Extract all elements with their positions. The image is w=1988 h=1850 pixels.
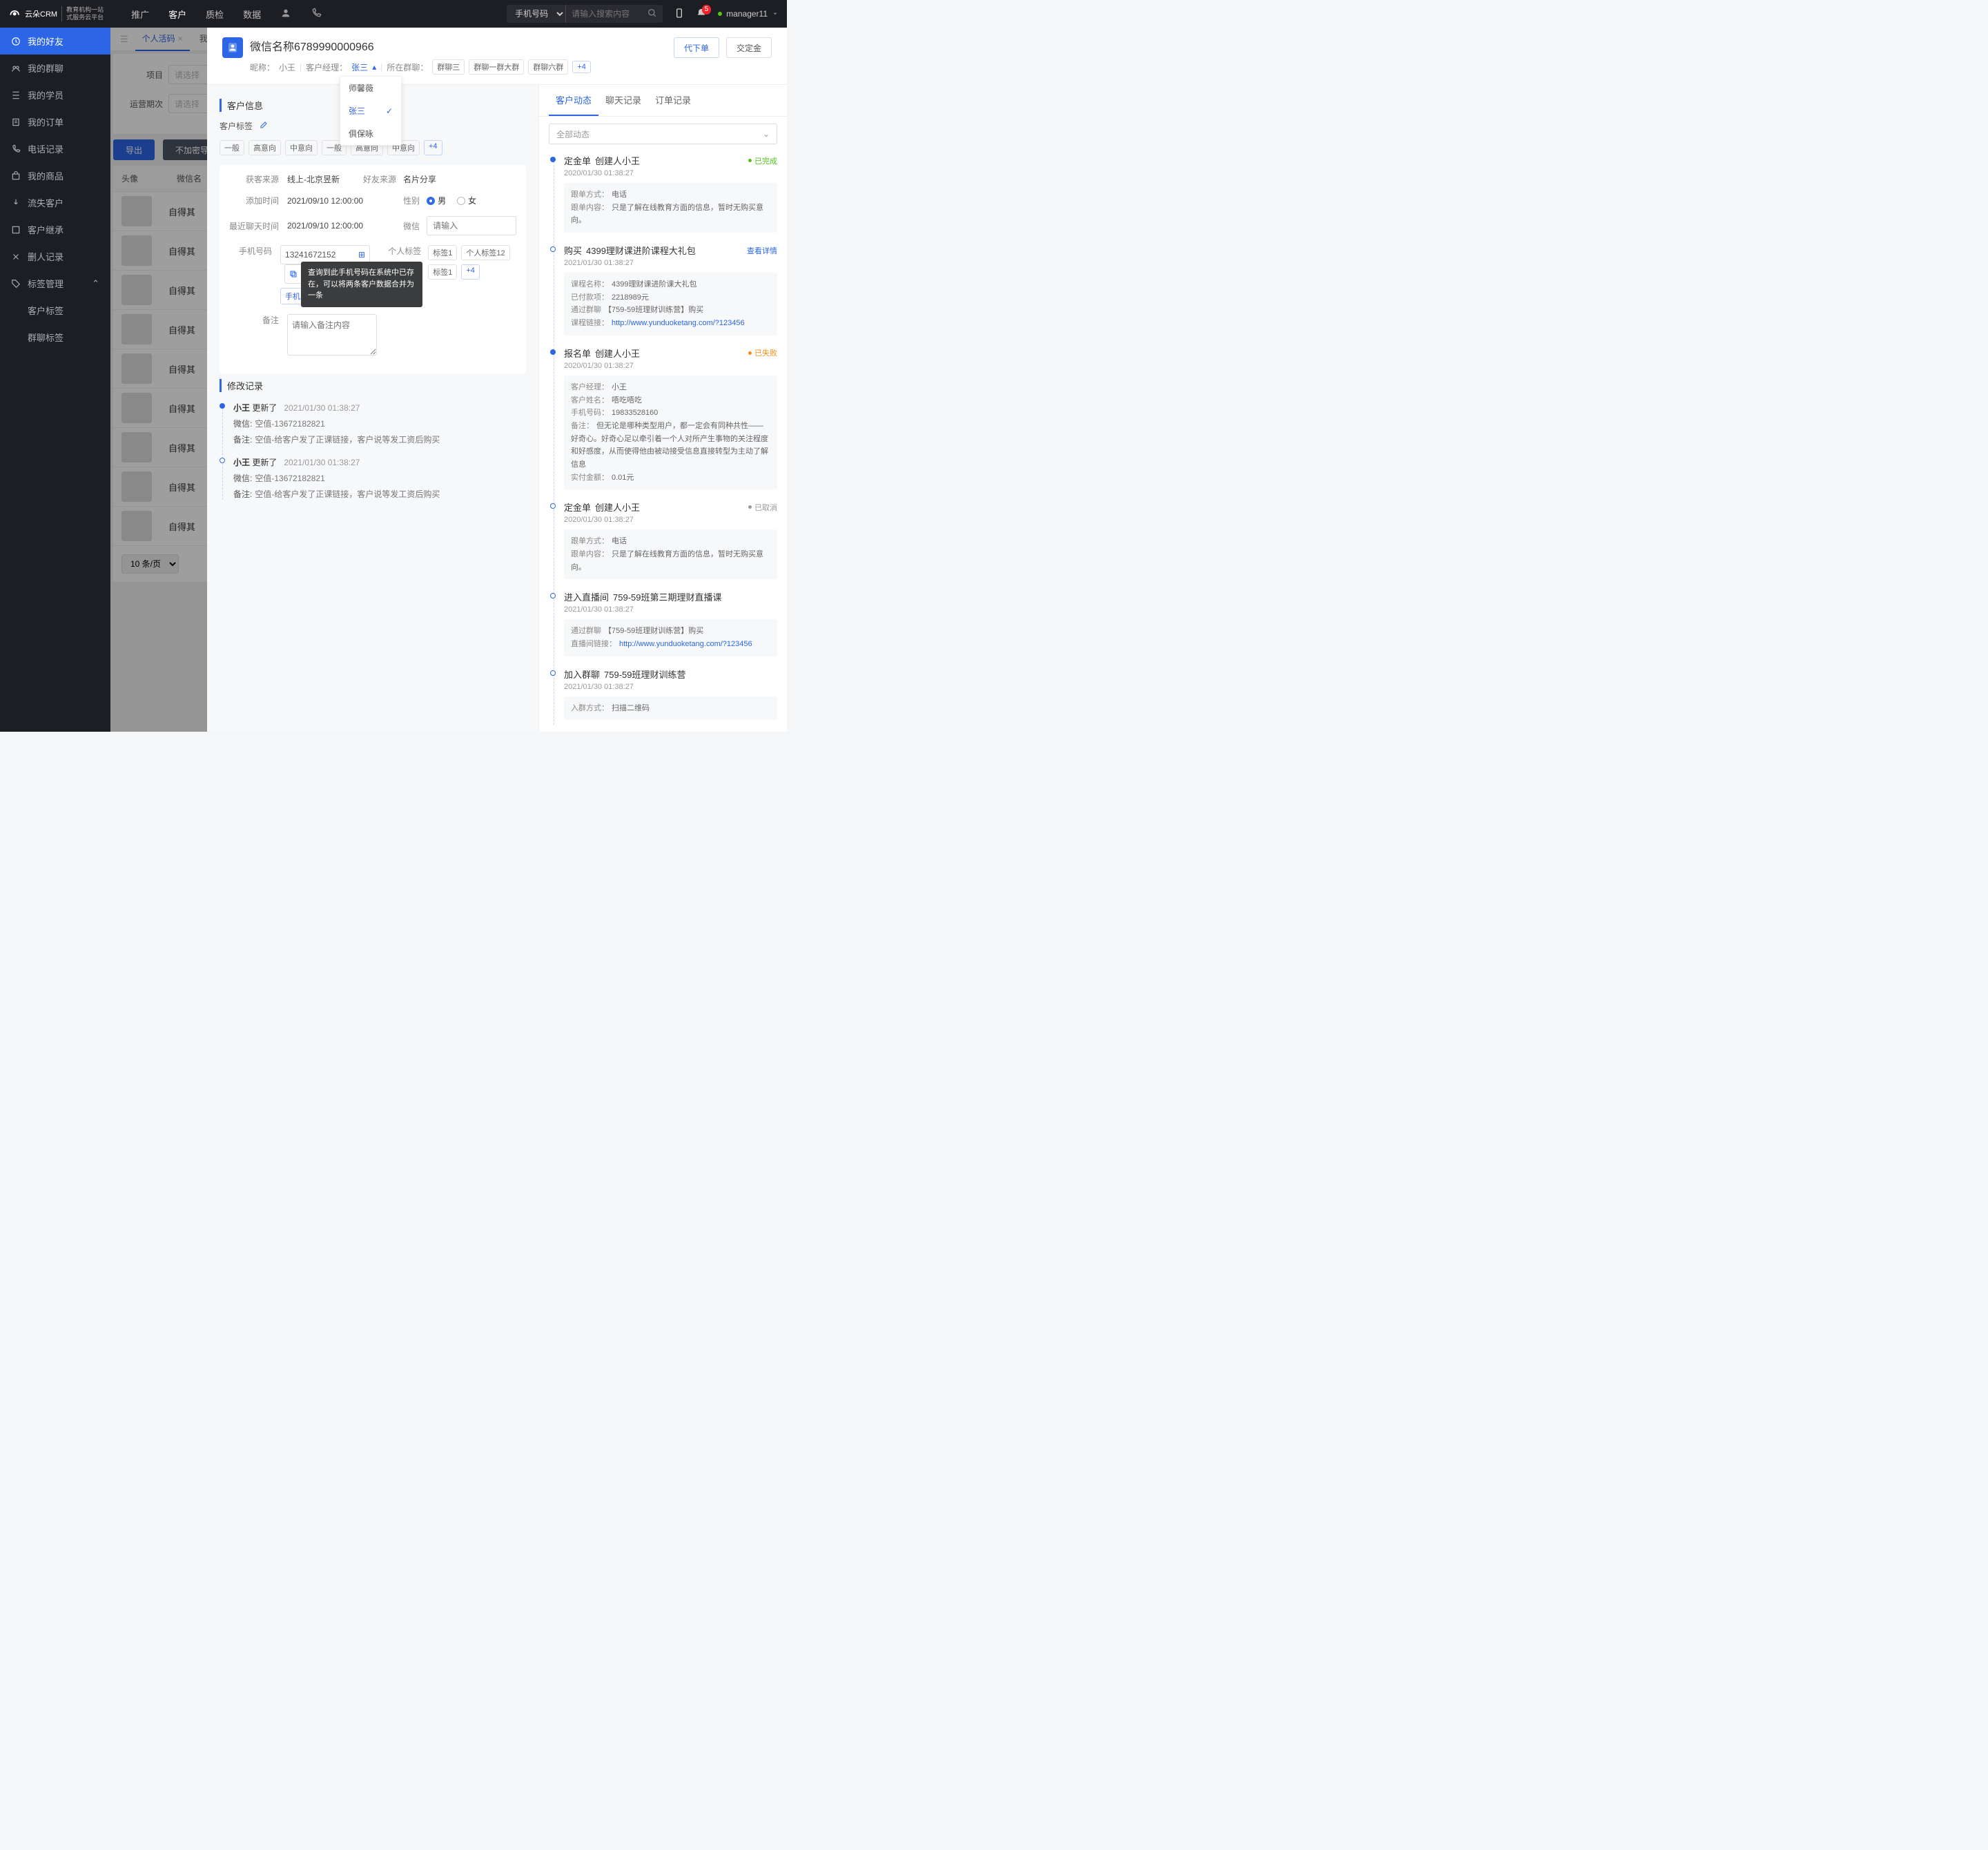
left-nav: 我的好友 我的群聊 我的学员 我的订单 电话记录 我的商品 流失客户 客户继承 … [0,28,110,732]
feed-item: 定金单创建人小王已完成2020/01/30 01:38:27跟单方式：电话跟单内… [549,154,777,233]
nav-data[interactable]: 数据 [243,8,261,21]
tag-more[interactable]: +4 [424,140,442,155]
link[interactable]: http://www.yunduoketang.com/?123456 [612,319,745,327]
nav-qc[interactable]: 质检 [206,8,224,21]
copy-icon[interactable] [284,264,302,284]
feed-card: 跟单方式：电话跟单内容：只是了解在线教育方面的信息，暂时无购买意向。 [564,529,777,579]
feed-item: 购买4399理财课进阶课程大礼包查看详情2021/01/30 01:38:27课… [549,244,777,335]
status-badge: 已取消 [748,502,777,513]
drawer-left: 客户信息 客户标签 一般高意向中意向一般高意向中意向+4 获客来源线上-北京昱新… [207,85,538,732]
mgr-dropdown: 师馨薇 张三✓ 俱保咏 [340,76,402,146]
tab-activity[interactable]: 客户动态 [549,85,598,116]
caret-up-icon[interactable]: ▴ [372,62,376,72]
device-icon[interactable] [674,8,685,21]
section-history: 修改记录 [220,379,526,392]
nav-lost[interactable]: 流失客户 [0,189,110,216]
drawer-right: 客户动态 聊天记录 订单记录 全部动态⌄ 定金单创建人小王已完成2020/01/… [538,85,787,732]
feed-card: 通过群聊【759-59班理财训练营】购买直播间链接：http://www.yun… [564,619,777,656]
customer-drawer: 微信名称6789990000966 昵称：小王 | 客户经理：张三 ▴ | 所在… [207,28,787,732]
nav-groups[interactable]: 我的群聊 [0,55,110,81]
nav-orders[interactable]: 我的订单 [0,108,110,135]
chevron-up-icon: ⌃ [92,278,99,289]
tag-chip[interactable]: 高意向 [248,140,281,155]
nav-friends[interactable]: 我的好友 [0,28,110,55]
phone-tooltip: 查询到此手机号码在系统中已存在，可以将两条客户数据合并为一条 [301,262,422,307]
user-menu[interactable]: manager11 [718,9,779,19]
logo: 云朵CRM 教育机构一站式服务云平台 [8,6,104,21]
group-more[interactable]: +4 [572,61,591,73]
search-icon[interactable] [642,8,663,20]
status-badge: 已完成 [748,155,777,166]
activity-filter[interactable]: 全部动态⌄ [549,124,777,144]
check-icon: ✓ [386,106,393,116]
top-right: 手机号码 5 manager11 [507,5,779,23]
tag-chip[interactable]: 中意向 [285,140,318,155]
group-chip[interactable]: 群聊六群 [528,59,568,75]
nav-group-tags[interactable]: 群聊标签 [0,324,110,351]
nav-inherit[interactable]: 客户继承 [0,216,110,243]
right-tabs: 客户动态 聊天记录 订单记录 [539,85,787,117]
feed-item: 进入直播间759-59班第三期理财直播课2021/01/30 01:38:27通… [549,590,777,656]
wechat-input[interactable] [427,216,516,235]
dropdown-item[interactable]: 张三✓ [340,99,401,122]
deposit-button[interactable]: 交定金 [726,37,772,58]
nav-students[interactable]: 我的学员 [0,81,110,108]
drawer-header: 微信名称6789990000966 昵称：小王 | 客户经理：张三 ▴ | 所在… [207,28,787,85]
tab-orders[interactable]: 订单记录 [648,85,698,116]
phone-icon[interactable] [311,8,322,21]
feed-item: 定金单创建人小王已取消2020/01/30 01:38:27跟单方式：电话跟单内… [549,500,777,579]
mgr-link[interactable]: 张三 [351,61,368,73]
nav-products[interactable]: 我的商品 [0,162,110,189]
user-icon[interactable] [280,8,291,21]
ptag-more[interactable]: +4 [461,264,480,280]
nav-cust-tags[interactable]: 客户标签 [0,297,110,324]
top-nav: 推广 客户 质检 数据 [131,8,322,21]
edit-icon[interactable] [260,121,268,131]
bell-icon[interactable]: 5 [696,8,707,21]
tag-chip[interactable]: 一般 [220,140,244,155]
nav-promo[interactable]: 推广 [131,8,149,21]
search-box: 手机号码 [507,5,663,23]
drawer-subtitle: 昵称：小王 | 客户经理：张三 ▴ | 所在群聊： 群聊三 群聊一群大群 群聊六… [250,59,591,75]
topbar: 云朵CRM 教育机构一站式服务云平台 推广 客户 质检 数据 手机号码 5 ma… [0,0,787,28]
history-item: 小王 更新了2021/01/30 01:38:27微信:空值-136721828… [220,456,526,500]
group-chip[interactable]: 群聊一群大群 [469,59,524,75]
gender-female[interactable]: 女 [457,195,476,206]
feed-card: 课程名称：4399理财课进阶课大礼包已付款项：2218989元通过群聊【759-… [564,273,777,335]
nav-calls[interactable]: 电话记录 [0,135,110,162]
nav-customer[interactable]: 客户 [168,8,186,21]
status-badge: 已失败 [748,347,777,358]
search-type[interactable]: 手机号码 [507,5,566,23]
remark-input[interactable] [287,314,377,356]
chevron-down-icon: ⌄ [763,129,770,139]
feed-card: 入群方式：扫描二维码 [564,697,777,721]
ptag[interactable]: 个人标签12 [461,245,509,260]
feed-item: 报名单创建人小王已失败2020/01/30 01:38:27客户经理：小王客户姓… [549,347,777,490]
link[interactable]: http://www.yunduoketang.com/?123456 [619,640,752,648]
group-chip[interactable]: 群聊三 [432,59,465,75]
profile-icon [222,37,243,58]
tab-chat[interactable]: 聊天记录 [598,85,648,116]
grid-icon[interactable]: ⊞ [358,250,365,260]
order-button[interactable]: 代下单 [674,37,719,58]
search-input[interactable] [566,9,642,19]
dropdown-item[interactable]: 俱保咏 [340,122,401,145]
detail-link[interactable]: 查看详情 [747,245,777,256]
ptag[interactable]: 标签1 [428,264,457,280]
nav-delrec[interactable]: 删人记录 [0,243,110,270]
drawer-title: 微信名称6789990000966 [250,37,591,54]
nav-tags[interactable]: 标签管理⌃ [0,270,110,297]
info-card: 获客来源线上-北京昱新好友来源名片分享 添加时间2021/09/10 12:00… [220,165,526,373]
history-item: 小王 更新了2021/01/30 01:38:27微信:空值-136721828… [220,402,526,445]
feed-card: 跟单方式：电话跟单内容：只是了解在线教育方面的信息，暂时无购买意向。 [564,183,777,233]
ptag[interactable]: 标签1 [428,245,457,260]
gender-male[interactable]: 男 [427,195,446,206]
feed-item: 加入群聊759-59班理财训练营2021/01/30 01:38:27入群方式：… [549,668,777,721]
dropdown-item[interactable]: 师馨薇 [340,77,401,99]
feed-card: 客户经理：小王客户姓名：唔吃唔吃手机号码：19833528160备注：但无论是哪… [564,376,777,490]
